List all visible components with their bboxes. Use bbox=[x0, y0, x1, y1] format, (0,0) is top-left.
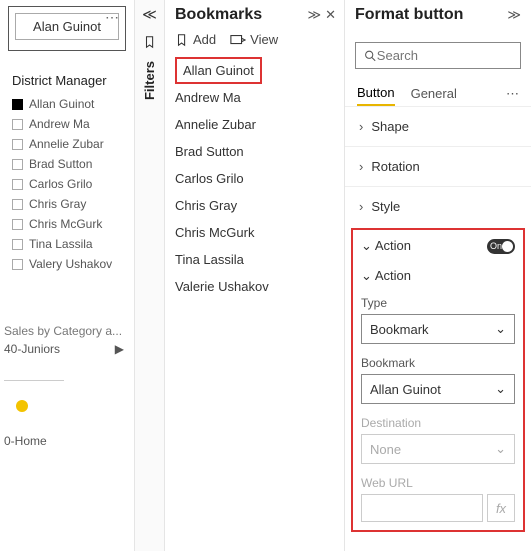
web-url-input bbox=[361, 494, 483, 522]
checkbox-icon bbox=[12, 119, 23, 130]
slicer-list: Allan Guinot Andrew Ma Annelie Zubar Bra… bbox=[12, 94, 134, 274]
search-input[interactable] bbox=[377, 48, 512, 63]
checkbox-icon bbox=[12, 219, 23, 230]
bookmark-item[interactable]: Chris Gray bbox=[175, 192, 344, 219]
slicer-item[interactable]: Chris McGurk bbox=[12, 214, 134, 234]
pop-out-icon[interactable]: ≫ bbox=[507, 7, 521, 23]
chevron-down-icon: ⌄ bbox=[361, 238, 372, 253]
chevron-down-icon: ⌄ bbox=[495, 321, 506, 337]
web-url-label: Web URL bbox=[361, 476, 515, 490]
hierarchy-row[interactable]: 40-Juniors ▶ bbox=[0, 338, 134, 360]
type-label: Type bbox=[361, 296, 515, 310]
search-icon bbox=[364, 49, 377, 63]
checkbox-icon bbox=[12, 239, 23, 250]
checkbox-icon bbox=[12, 99, 23, 110]
bookmark-select[interactable]: Allan Guinot ⌄ bbox=[361, 374, 515, 404]
section-shape[interactable]: ›Shape bbox=[345, 106, 531, 146]
chevron-right-icon: › bbox=[359, 159, 363, 174]
bookmark-view-button[interactable]: View bbox=[230, 32, 278, 47]
format-pane-title: Format button bbox=[355, 6, 463, 24]
section-action-header[interactable]: ⌄ Action bbox=[361, 238, 411, 254]
bookmark-item[interactable]: Chris McGurk bbox=[175, 219, 344, 246]
bookmarks-title: Bookmarks bbox=[175, 6, 262, 24]
bookmark-item[interactable]: Tina Lassila bbox=[175, 246, 344, 273]
section-rotation[interactable]: ›Rotation bbox=[345, 146, 531, 186]
more-options-icon[interactable]: ⋯ bbox=[506, 86, 519, 102]
format-pane: Format button ≫ Button General ⋯ ›Shape … bbox=[345, 0, 531, 551]
section-style[interactable]: ›Style bbox=[345, 186, 531, 226]
hierarchy-row[interactable]: 0-Home bbox=[0, 430, 134, 452]
checkbox-icon bbox=[12, 159, 23, 170]
checkbox-icon bbox=[12, 139, 23, 150]
chart-dot-icon bbox=[16, 400, 28, 412]
bookmark-label: Bookmark bbox=[361, 356, 515, 370]
format-search[interactable] bbox=[355, 42, 521, 69]
slicer-item[interactable]: Valery Ushakov bbox=[12, 254, 134, 274]
type-select[interactable]: Bookmark ⌄ bbox=[361, 314, 515, 344]
slicer-title: District Manager bbox=[12, 73, 124, 88]
action-section-highlighted: ⌄ Action On ⌄ Action Type Bookmark ⌄ Boo… bbox=[351, 228, 525, 532]
button-visual-label: Alan Guinot bbox=[15, 13, 119, 40]
checkbox-icon bbox=[12, 259, 23, 270]
tab-general[interactable]: General bbox=[411, 82, 457, 105]
chevron-down-icon: ⌄ bbox=[495, 441, 506, 457]
slicer-item[interactable]: Tina Lassila bbox=[12, 234, 134, 254]
slicer-item[interactable]: Carlos Grilo bbox=[12, 174, 134, 194]
chevron-right-icon: ▶ bbox=[115, 342, 124, 356]
slicer-item[interactable]: Annelie Zubar bbox=[12, 134, 134, 154]
slicer-item[interactable]: Allan Guinot bbox=[12, 94, 134, 114]
filters-pane-label[interactable]: Filters bbox=[142, 61, 157, 100]
chevron-down-icon: ⌄ bbox=[495, 381, 506, 397]
report-button-visual[interactable]: ⋯ Alan Guinot bbox=[8, 6, 126, 51]
bookmark-item-selected[interactable]: Allan Guinot bbox=[175, 57, 262, 84]
visual-title-truncated: Sales by Category a... bbox=[4, 324, 134, 338]
bookmark-item[interactable]: Brad Sutton bbox=[175, 138, 344, 165]
pop-out-icon[interactable]: ≫ bbox=[307, 7, 321, 23]
bookmark-item[interactable]: Carlos Grilo bbox=[175, 165, 344, 192]
bookmark-icon[interactable] bbox=[143, 35, 157, 49]
bookmark-list: Allan Guinot Andrew Ma Annelie Zubar Bra… bbox=[165, 57, 344, 300]
section-action-sub[interactable]: ⌄ Action bbox=[361, 268, 515, 284]
chevron-right-icon: › bbox=[359, 119, 363, 134]
tab-button[interactable]: Button bbox=[357, 81, 395, 106]
visual-options-icon[interactable]: ⋯ bbox=[105, 9, 119, 26]
filters-pane-collapsed: ≪ Filters bbox=[135, 0, 165, 551]
fx-button[interactable]: fx bbox=[487, 494, 515, 522]
destination-select: None ⌄ bbox=[361, 434, 515, 464]
destination-label: Destination bbox=[361, 416, 515, 430]
chevron-down-icon: ⌄ bbox=[361, 268, 372, 283]
bookmark-item[interactable]: Andrew Ma bbox=[175, 84, 344, 111]
action-toggle[interactable]: On bbox=[487, 239, 515, 254]
bookmark-add-icon bbox=[175, 33, 189, 47]
bookmarks-pane: Bookmarks ≫ ✕ Add View Allan Guinot Andr… bbox=[165, 0, 345, 551]
close-icon[interactable]: ✕ bbox=[325, 7, 336, 23]
mini-chart bbox=[4, 360, 134, 430]
expand-pane-icon[interactable]: ≪ bbox=[142, 6, 157, 23]
bookmark-view-icon bbox=[230, 33, 246, 47]
chevron-right-icon: › bbox=[359, 199, 363, 214]
checkbox-icon bbox=[12, 179, 23, 190]
slicer-item[interactable]: Chris Gray bbox=[12, 194, 134, 214]
checkbox-icon bbox=[12, 199, 23, 210]
bookmark-add-button[interactable]: Add bbox=[175, 32, 216, 47]
slicer-item[interactable]: Andrew Ma bbox=[12, 114, 134, 134]
slicer-item[interactable]: Brad Sutton bbox=[12, 154, 134, 174]
bookmark-item[interactable]: Valerie Ushakov bbox=[175, 273, 344, 300]
bookmark-item[interactable]: Annelie Zubar bbox=[175, 111, 344, 138]
